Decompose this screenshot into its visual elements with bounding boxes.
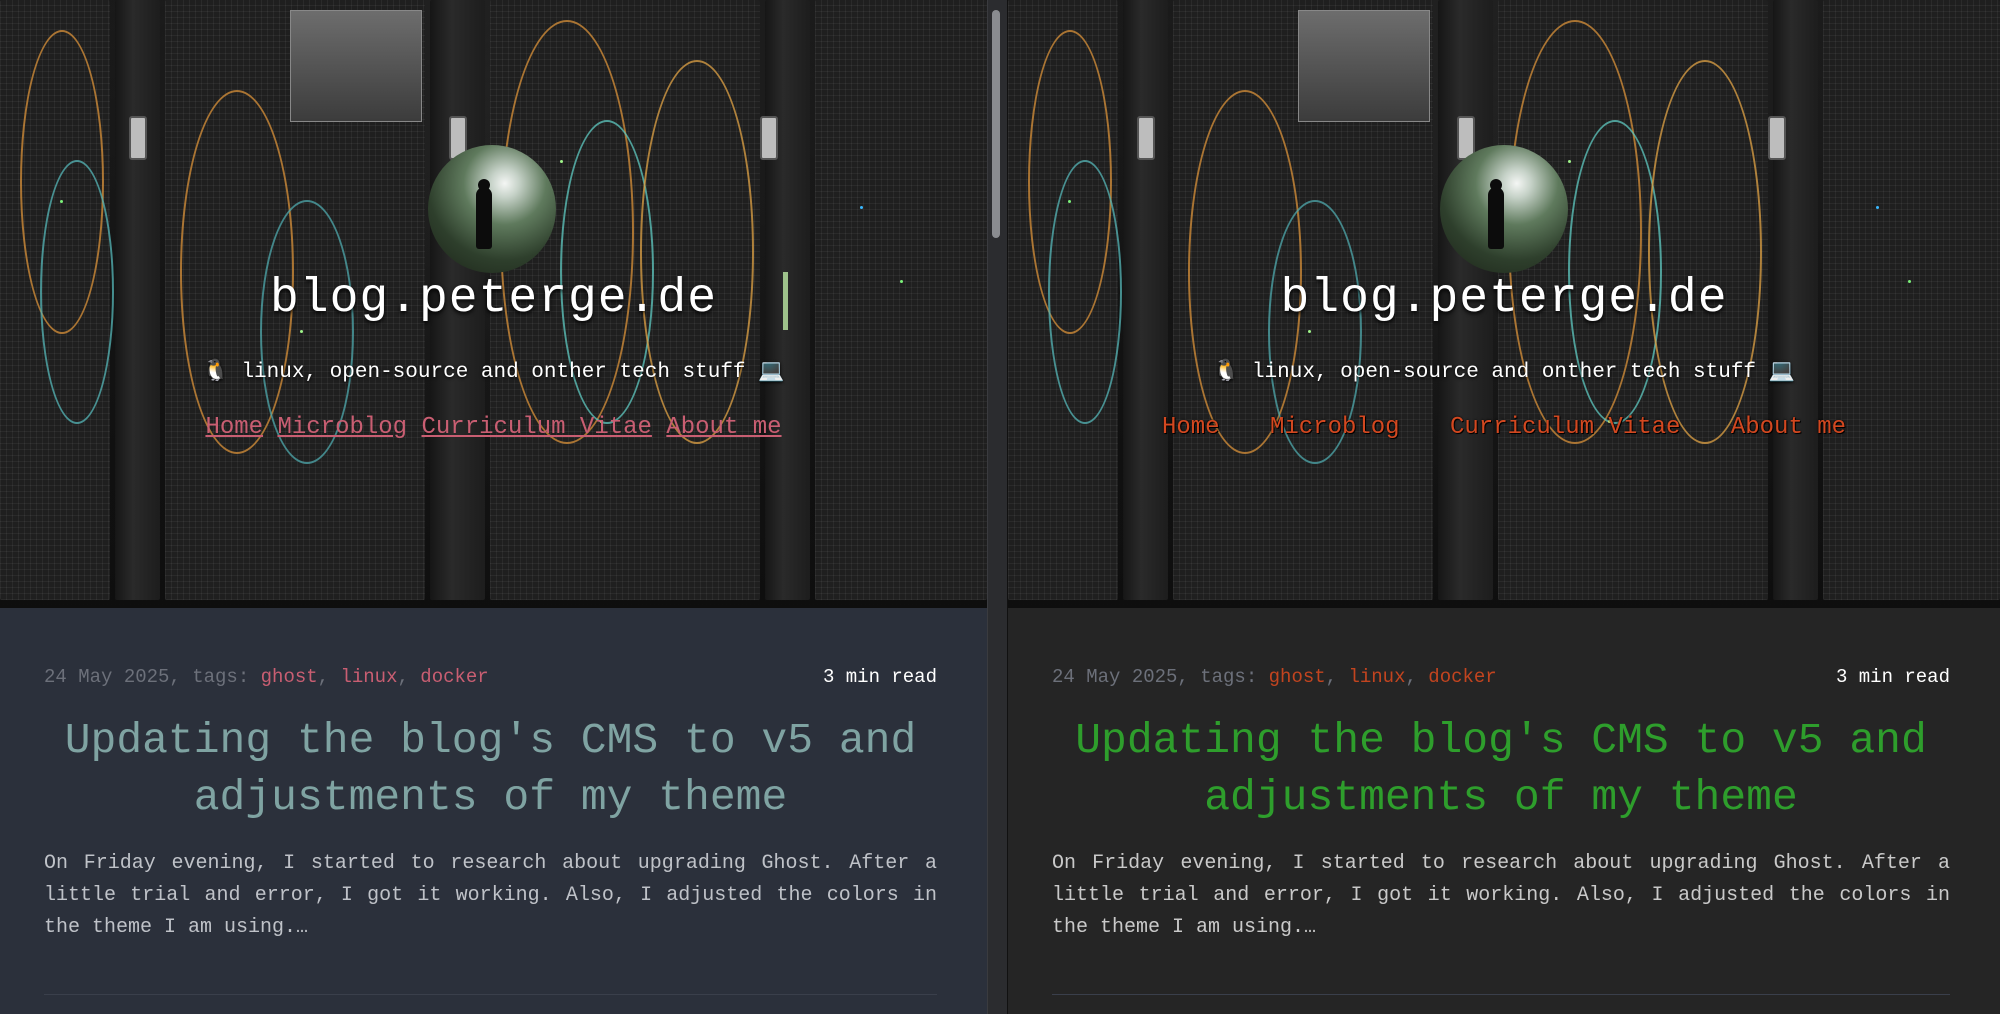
nav-about-me[interactable]: About me bbox=[666, 414, 781, 441]
main-nav: Home Microblog Curriculum Vitae About me bbox=[0, 414, 987, 441]
author-avatar[interactable] bbox=[1440, 145, 1568, 273]
tag-docker[interactable]: docker bbox=[420, 666, 488, 688]
laptop-icon: 💻 bbox=[758, 361, 785, 384]
penguin-icon: 🐧 bbox=[202, 361, 229, 384]
site-tagline: 🐧 linux, open-source and onther tech stu… bbox=[0, 359, 987, 384]
left-pane-scrollbar[interactable] bbox=[992, 10, 1000, 238]
text-cursor bbox=[783, 272, 788, 330]
site-title[interactable]: blog.peterge.de bbox=[1008, 272, 2000, 326]
post-date: 24 May 2025, tags: bbox=[44, 666, 261, 688]
site-tagline: 🐧 linux, open-source and onther tech stu… bbox=[1008, 359, 2000, 384]
tag-linux[interactable]: linux bbox=[340, 666, 397, 688]
post-title[interactable]: Updating the blog's CMS to v5 and adjust… bbox=[1052, 712, 1950, 826]
post-divider bbox=[1052, 994, 1950, 995]
nav-microblog[interactable]: Microblog bbox=[277, 414, 407, 441]
laptop-icon: 💻 bbox=[1768, 361, 1795, 384]
post-excerpt: On Friday evening, I started to research… bbox=[44, 852, 937, 939]
tag-ghost[interactable]: ghost bbox=[261, 666, 318, 688]
left-browser-pane: blog.peterge.de 🐧 linux, open-source and… bbox=[0, 0, 987, 1014]
nav-microblog[interactable]: Microblog bbox=[1270, 414, 1400, 441]
nav-home[interactable]: Home bbox=[205, 414, 263, 441]
tagline-text: linux, open-source and onther tech stuff bbox=[241, 361, 746, 384]
post-title[interactable]: Updating the blog's CMS to v5 and adjust… bbox=[44, 712, 937, 826]
read-time: 3 min read bbox=[1835, 666, 1950, 688]
main-nav: Home Microblog Curriculum Vitae About me bbox=[1008, 414, 2000, 441]
post-excerpt: On Friday evening, I started to research… bbox=[1052, 852, 1950, 939]
post-meta: 24 May 2025, tags: ghost, linux, docker … bbox=[1052, 666, 1950, 688]
tagline-text: linux, open-source and onther tech stuff bbox=[1251, 361, 1757, 384]
site-title[interactable]: blog.peterge.de bbox=[0, 272, 987, 326]
post-date: 24 May 2025, tags: bbox=[1052, 666, 1269, 688]
tag-docker[interactable]: docker bbox=[1428, 666, 1496, 688]
nav-about-me[interactable]: About me bbox=[1731, 414, 1846, 441]
author-avatar[interactable] bbox=[428, 145, 556, 273]
tag-ghost[interactable]: ghost bbox=[1269, 666, 1326, 688]
right-browser-pane: blog.peterge.de 🐧 linux, open-source and… bbox=[1008, 0, 2000, 1014]
penguin-icon: 🐧 bbox=[1213, 361, 1240, 384]
nav-curriculum-vitae[interactable]: Curriculum Vitae bbox=[421, 414, 651, 441]
post-divider bbox=[44, 994, 937, 995]
nav-home[interactable]: Home bbox=[1162, 414, 1220, 441]
nav-curriculum-vitae[interactable]: Curriculum Vitae bbox=[1450, 414, 1680, 441]
tag-linux[interactable]: linux bbox=[1348, 666, 1405, 688]
read-time: 3 min read bbox=[822, 666, 937, 688]
post-meta: 24 May 2025, tags: ghost, linux, docker … bbox=[44, 666, 937, 688]
